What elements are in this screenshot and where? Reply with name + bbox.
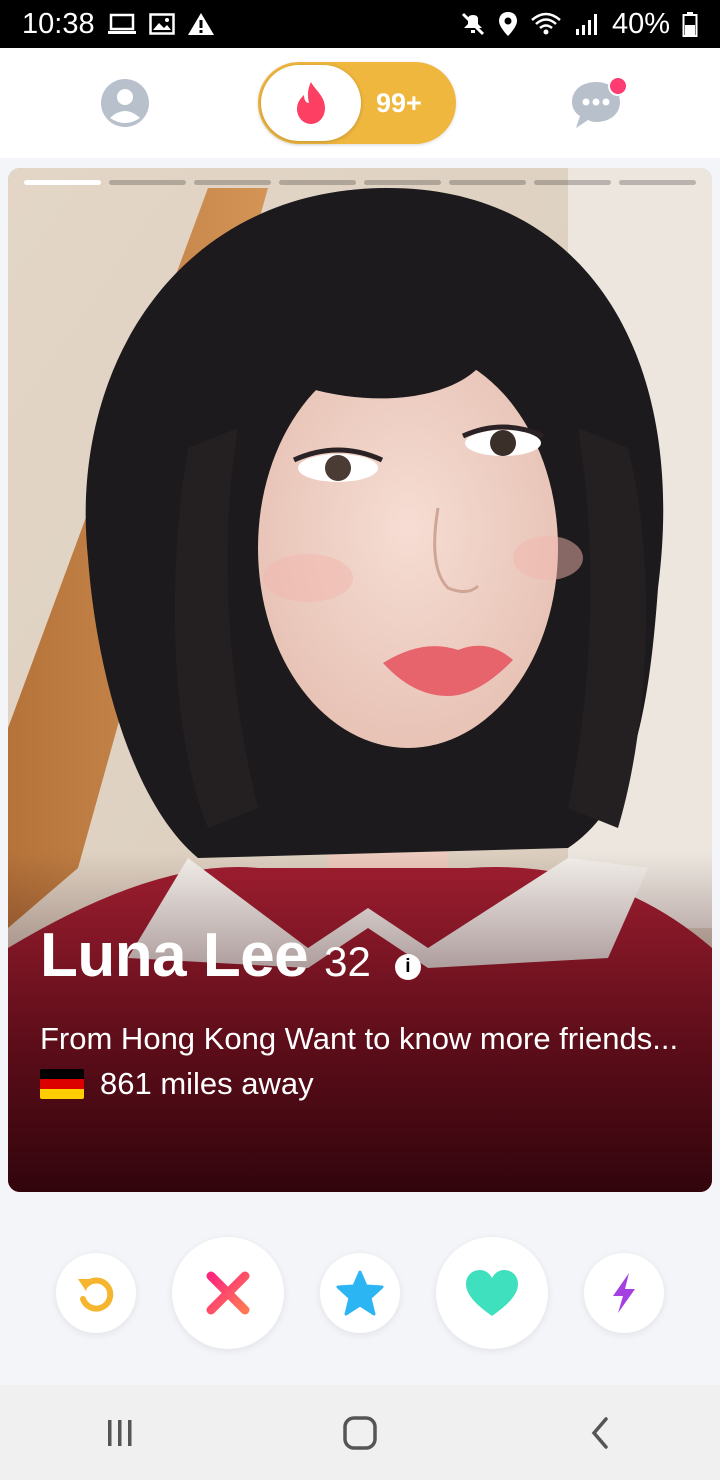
photo-indicator[interactable] (449, 180, 526, 185)
distance-text: 861 miles away (100, 1066, 314, 1101)
photo-indicator[interactable] (279, 180, 356, 185)
photo-indicator[interactable] (109, 180, 186, 185)
profile-card[interactable]: Luna Lee 32 i From Hong Kong Want to kno… (8, 168, 712, 1192)
image-icon (148, 12, 175, 36)
system-nav-bar (0, 1385, 720, 1480)
toggle-knob[interactable] (261, 65, 361, 141)
rewind-button[interactable] (56, 1253, 136, 1333)
profile-button[interactable] (100, 78, 150, 128)
star-icon (336, 1270, 384, 1316)
battery-icon (682, 11, 698, 37)
messages-button[interactable] (568, 76, 628, 132)
profile-name: Luna Lee (40, 921, 309, 990)
nope-button[interactable] (172, 1237, 284, 1349)
discovery-toggle[interactable]: 99+ (258, 62, 456, 144)
profile-info: Luna Lee 32 i From Hong Kong Want to kno… (40, 920, 688, 1102)
heart-icon (466, 1270, 518, 1316)
photo-progress (24, 180, 696, 185)
boost-button[interactable] (584, 1253, 664, 1333)
status-left: 10:38 (22, 8, 215, 41)
home-icon (343, 1415, 377, 1450)
super-like-button[interactable] (320, 1253, 400, 1333)
recents-button[interactable] (90, 1403, 150, 1463)
back-icon (591, 1416, 608, 1449)
x-icon (206, 1271, 250, 1315)
distance-row: 861 miles away (40, 1066, 688, 1102)
profile-age: 32 (324, 938, 371, 985)
battery-percent: 40% (611, 7, 670, 40)
home-button[interactable] (330, 1403, 390, 1463)
lightning-icon (613, 1273, 635, 1313)
profile-icon (101, 79, 149, 127)
photo-indicator[interactable] (364, 180, 441, 185)
rewind-icon (78, 1277, 114, 1312)
photo-indicator[interactable] (534, 180, 611, 185)
flame-icon (297, 82, 325, 124)
status-bar: 10:38 40% (0, 0, 720, 48)
laptop-icon (107, 12, 137, 36)
mute-icon (460, 11, 486, 37)
like-button[interactable] (436, 1237, 548, 1349)
germany-flag-icon (40, 1069, 84, 1099)
recents-icon (108, 1419, 132, 1446)
back-button[interactable] (570, 1403, 630, 1463)
notification-dot (608, 76, 628, 96)
location-icon (498, 11, 518, 37)
photo-indicator[interactable] (194, 180, 271, 185)
wifi-icon (530, 11, 562, 37)
status-right: 40% (460, 8, 698, 41)
warning-icon (187, 12, 215, 36)
signal-icon (574, 11, 600, 37)
clock: 10:38 (22, 7, 95, 40)
profile-bio: From Hong Kong Want to know more friends… (40, 1021, 679, 1056)
photo-indicator[interactable] (24, 180, 101, 185)
photo-indicator[interactable] (619, 180, 696, 185)
name-row: Luna Lee 32 i (40, 920, 688, 991)
info-icon[interactable]: i (394, 954, 421, 980)
likes-count: 99+ (376, 88, 422, 118)
